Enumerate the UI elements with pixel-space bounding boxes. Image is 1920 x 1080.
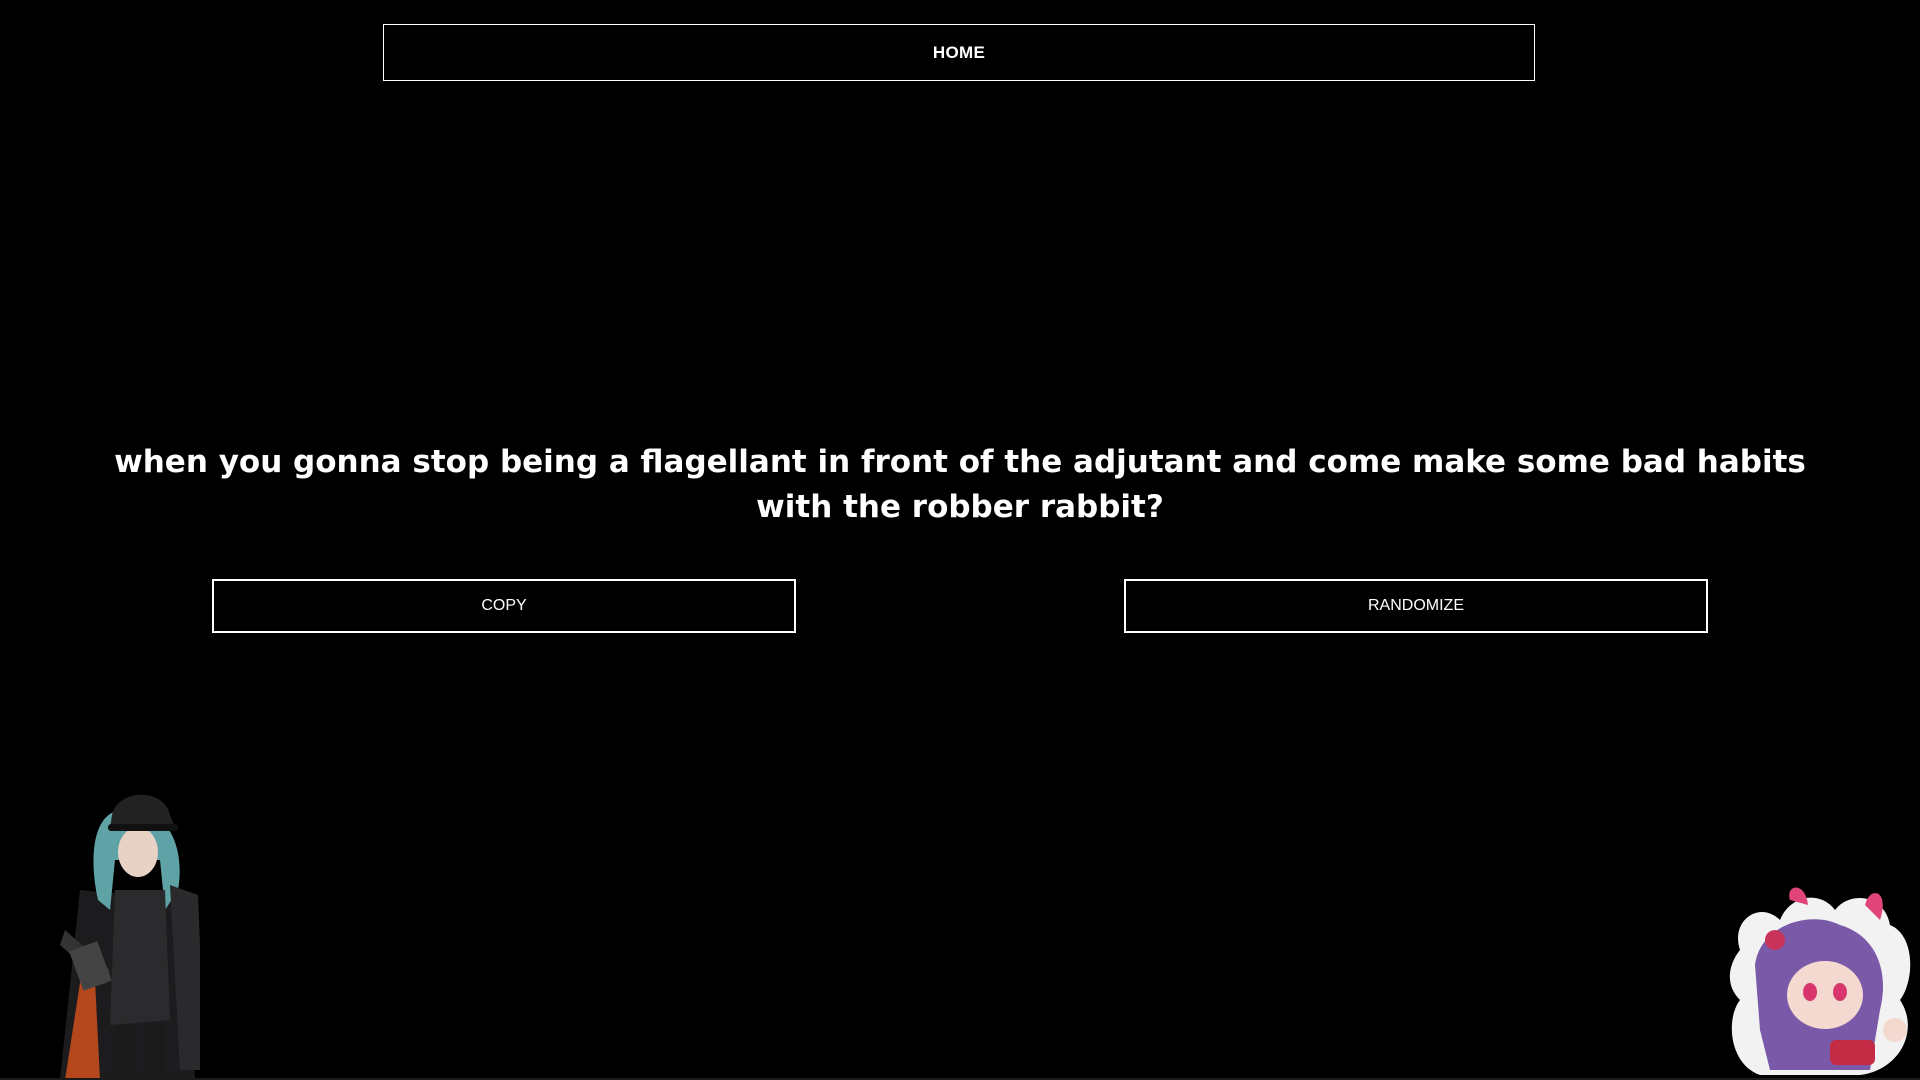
copy-button[interactable]: COPY (212, 579, 796, 633)
page: HOME when you gonna stop being a flagell… (0, 0, 1920, 1080)
randomize-button[interactable]: RANDOMIZE (1124, 579, 1708, 633)
quote-text: when you gonna stop being a flagellant i… (114, 444, 1806, 525)
chibi-sticker-image (1729, 887, 1911, 1075)
home-button[interactable]: HOME (383, 24, 1535, 81)
character-portrait-image (60, 794, 200, 1080)
